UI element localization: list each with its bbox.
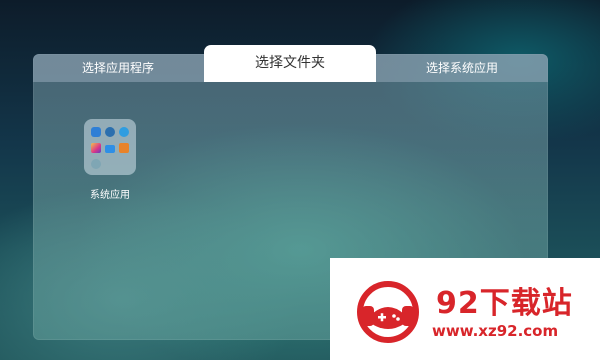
files-icon <box>91 127 101 137</box>
folder-label: 系统应用 <box>90 190 130 201</box>
gamepad-logo-icon <box>357 281 419 343</box>
system-apps-folder[interactable] <box>84 119 136 175</box>
watermark: 92下载站 www.xz92.com <box>330 258 600 360</box>
user-icon <box>119 127 129 137</box>
watermark-url: www.xz92.com <box>432 322 559 340</box>
browser-icon <box>105 127 115 137</box>
app-store-icon <box>119 143 129 153</box>
tab-select-system-apps[interactable]: 选择系统应用 <box>377 54 547 82</box>
folder-icon <box>105 145 115 153</box>
tab-select-folder[interactable]: 选择文件夹 <box>204 45 376 82</box>
settings-icon <box>91 159 101 169</box>
gallery-icon <box>91 143 101 153</box>
tab-select-apps[interactable]: 选择应用程序 <box>33 54 203 82</box>
watermark-title: 92下载站 <box>436 286 573 321</box>
